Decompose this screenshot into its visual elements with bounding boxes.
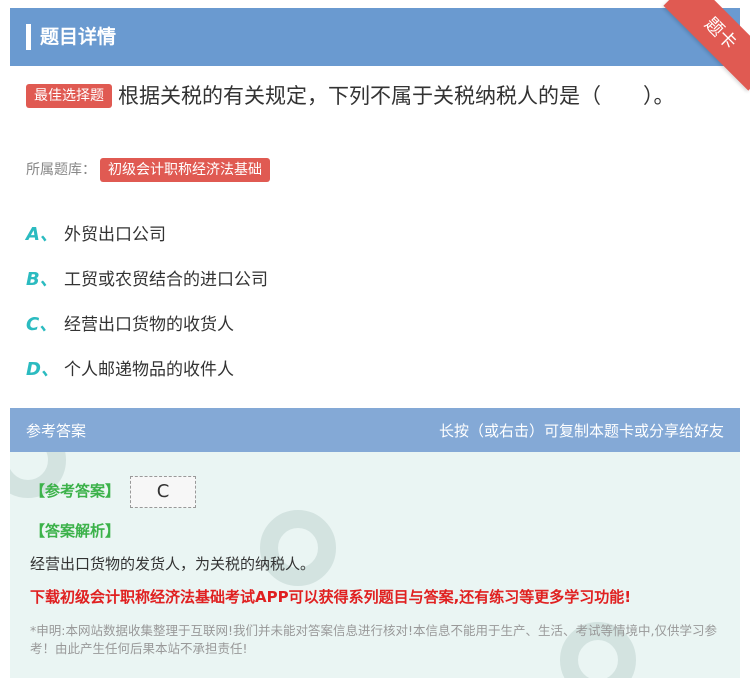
option-letter: A、 [26, 223, 58, 245]
option-b[interactable]: B、 工贸或农贸结合的进口公司 [26, 255, 268, 300]
question-stem: 最佳选择题 根据关税的有关规定，下列不属于关税纳税人的是（ ）。 [26, 80, 726, 112]
watermark-logo [260, 510, 336, 586]
question-bank: 所属题库： 初级会计职称经济法基础 [26, 158, 276, 182]
app-download-promo[interactable]: 下载初级会计职称经济法基础考试APP可以获得系列题目与答案,还有练习等更多学习功… [30, 586, 631, 607]
option-letter: B、 [26, 268, 58, 290]
question-type-tag: 最佳选择题 [26, 84, 112, 108]
option-text: 外贸出口公司 [64, 225, 166, 245]
share-hint: 长按（或右击）可复制本题卡或分享给好友 [438, 422, 724, 440]
options-list: A、 外贸出口公司 B、 工贸或农贸结合的进口公司 C、 经营出口货物的收货人 … [26, 210, 268, 390]
option-text: 经营出口货物的收货人 [64, 315, 234, 335]
answer-bar-title: 参考答案 [26, 422, 87, 440]
option-c[interactable]: C、 经营出口货物的收货人 [26, 300, 268, 345]
answer-panel: 【参考答案】 C 【答案解析】 经营出口货物的发货人，为关税的纳税人。 下载初级… [10, 452, 740, 678]
question-text: 根据关税的有关规定，下列不属于关税纳税人的是（ ）。 [118, 84, 675, 108]
option-text: 个人邮递物品的收件人 [64, 360, 234, 380]
header-accent [26, 24, 31, 50]
option-d[interactable]: D、 个人邮递物品的收件人 [26, 345, 268, 390]
option-letter: C、 [26, 313, 58, 335]
bank-name-tag[interactable]: 初级会计职称经济法基础 [100, 158, 270, 182]
option-a[interactable]: A、 外贸出口公司 [26, 210, 268, 255]
disclaimer: *申明:本网站数据收集整理于互联网!我们并未能对答案信息进行核对!本信息不能用于… [30, 623, 717, 656]
explanation-label: 【答案解析】 [30, 522, 121, 540]
header-bar: 题目详情 [10, 8, 740, 66]
reference-answer-label: 【参考答案】 [30, 482, 121, 500]
answer-bar: 参考答案 长按（或右击）可复制本题卡或分享给好友 [10, 408, 740, 452]
explanation-text: 经营出口货物的发货人，为关税的纳税人。 [30, 555, 316, 573]
option-text: 工贸或农贸结合的进口公司 [64, 270, 268, 290]
page-title: 题目详情 [40, 26, 117, 48]
reference-answer-value: C [130, 476, 196, 508]
bank-label: 所属题库： [26, 162, 96, 178]
option-letter: D、 [26, 358, 59, 380]
